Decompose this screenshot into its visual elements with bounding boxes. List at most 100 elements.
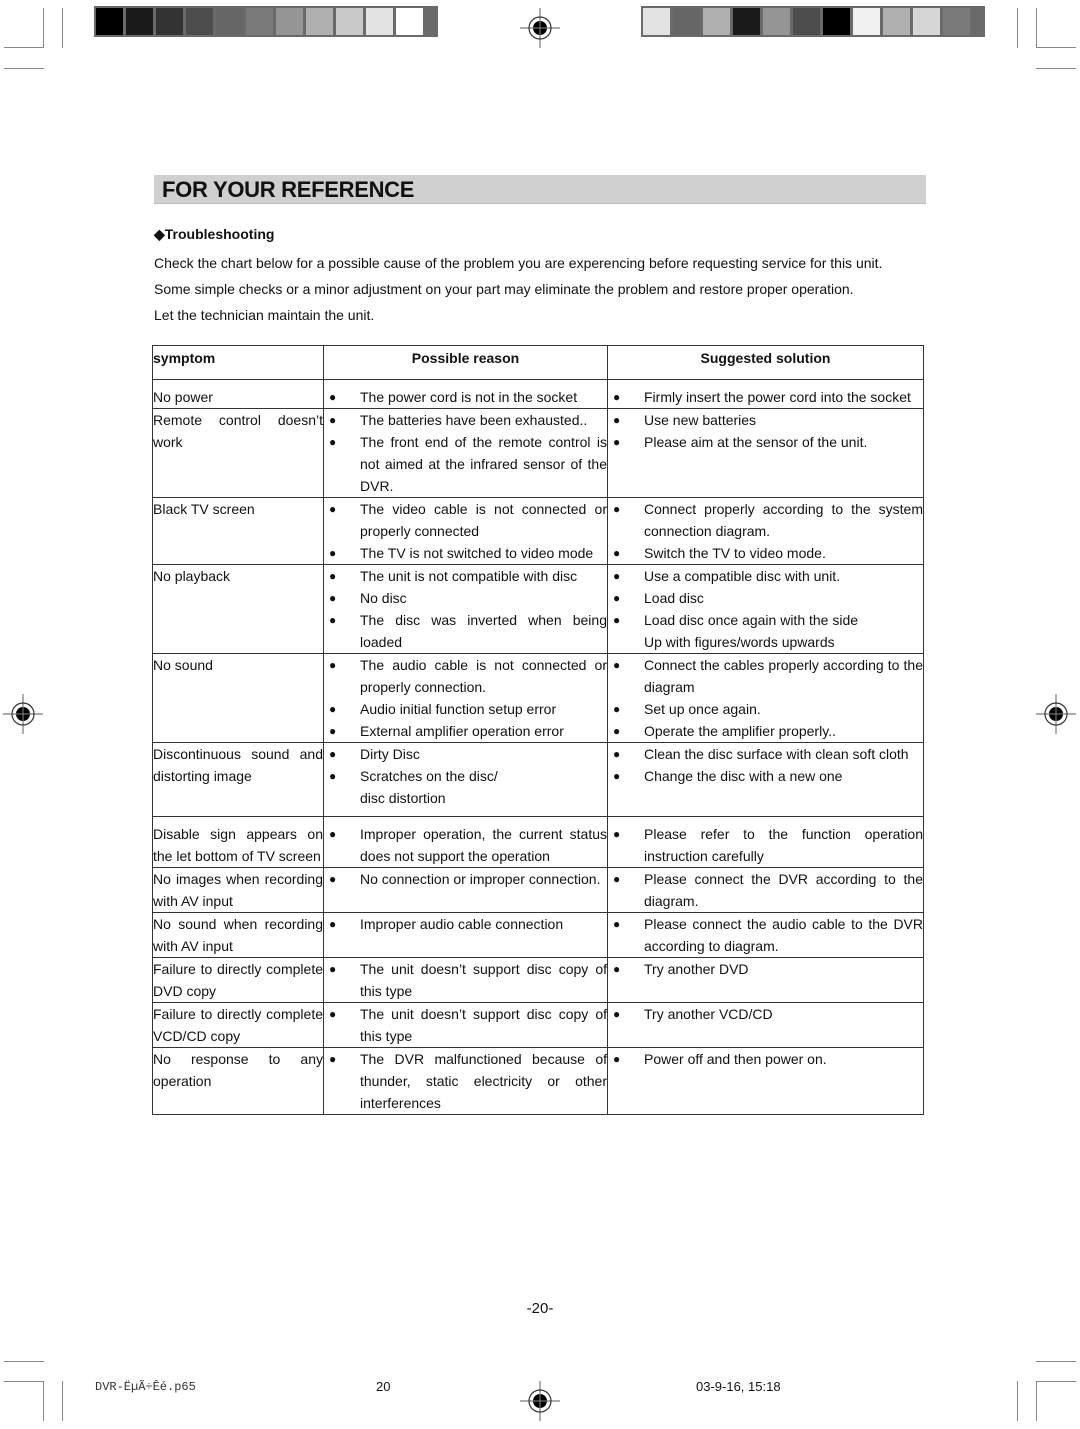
- solution-text: Change the disc with a new one: [644, 768, 843, 784]
- solution-cell: ● Connect the cables properly according t…: [607, 653, 924, 743]
- solution-text: Power off and then power on.: [644, 1051, 827, 1067]
- reason-text: The unit is not compatible with disc: [360, 568, 578, 584]
- reason-item: ● The disc was inverted when being loaded: [324, 609, 607, 653]
- intro-paragraph: Check the chart below for a possible cau…: [154, 250, 934, 328]
- symptom-cell: Failure to directly complete DVD copy: [152, 957, 324, 1003]
- color-swatch: [336, 8, 363, 35]
- footer-filename: DVR-ËµÃ÷Êé.p65: [95, 1380, 196, 1394]
- solution-item: ● Connect the cables properly according t…: [608, 654, 923, 698]
- bullet-icon: ●: [329, 1007, 337, 1021]
- reason-text: Audio initial function setup error: [360, 701, 557, 717]
- color-swatch: [126, 8, 153, 35]
- subheading-label: Troubleshooting: [164, 226, 275, 242]
- color-swatch: [733, 8, 760, 35]
- bullet-icon: ●: [613, 1052, 621, 1066]
- color-swatch: [883, 8, 910, 35]
- bullet-icon: ●: [613, 827, 621, 841]
- color-swatch: [396, 8, 423, 35]
- bullet-icon: ●: [613, 435, 621, 449]
- color-swatch: [186, 8, 213, 35]
- solution-cell: ● Please connect the DVR according to the…: [607, 867, 924, 913]
- crop-mark: [4, 1381, 44, 1382]
- color-swatch: [763, 8, 790, 35]
- crop-mark: [1036, 8, 1037, 48]
- reason-item: ● The power cord is not in the socket: [324, 386, 607, 408]
- reason-text: Scratches on the disc/: [360, 768, 498, 784]
- reason-item: ● The DVR malfunctioned because of thunde…: [324, 1048, 607, 1114]
- reason-cell: ● The batteries have been exhausted.. ● The…: [323, 408, 608, 498]
- reason-cell: ● No connection or improper connection.: [323, 867, 608, 913]
- bullet-icon: ●: [329, 591, 337, 605]
- troubleshooting-table: symptom Possible reason Suggested soluti…: [152, 345, 924, 1115]
- footer-datetime: 03-9-16, 15:18: [696, 1379, 781, 1394]
- reason-text: Dirty Disc: [360, 746, 420, 762]
- reason-cell: ● The audio cable is not connected or pro…: [323, 653, 608, 743]
- reason-cell: ● Dirty Disc ● Scratches on the disc/ ●disc …: [323, 742, 608, 817]
- bullet-icon: ●: [329, 962, 337, 976]
- crop-mark: [4, 68, 44, 69]
- bullet-icon: ●: [613, 658, 621, 672]
- crop-mark: [4, 1361, 44, 1362]
- bullet-icon: ●: [329, 613, 337, 627]
- solution-cell: ● Please connect the audio cable to the D…: [607, 912, 924, 958]
- reason-item: ● Improper operation, the current status …: [324, 823, 607, 867]
- bullet-icon: ●: [613, 917, 621, 931]
- color-swatch: [673, 8, 700, 35]
- color-swatch: [853, 8, 880, 35]
- solution-text: Set up once again.: [644, 701, 761, 717]
- solution-text: Operate the amplifier properly..: [644, 723, 836, 739]
- reason-item: ● The unit is not compatible with disc: [324, 565, 607, 587]
- color-swatch: [306, 8, 333, 35]
- solution-text: Use new batteries: [644, 412, 757, 428]
- reason-item: ● External amplifier operation error: [324, 720, 607, 742]
- table-header-row: symptom Possible reason Suggested soluti…: [152, 345, 924, 380]
- bullet-icon: ●: [329, 747, 337, 761]
- solution-item: ●Up with figures/words upwards: [608, 631, 923, 653]
- reason-item: ● The TV is not switched to video mode: [324, 542, 607, 564]
- solution-item: ● Please refer to the function operation …: [608, 823, 923, 867]
- column-header-symptom: symptom: [152, 345, 324, 380]
- solution-cell: ● Try another VCD/CD: [607, 1002, 924, 1048]
- solution-cell: ● Try another DVD: [607, 957, 924, 1003]
- column-header-possible-reason: Possible reason: [323, 345, 608, 380]
- solution-cell: ● Use a compatible disc with unit. ● Load d…: [607, 564, 924, 654]
- solution-item: ● Switch the TV to video mode.: [608, 542, 923, 564]
- reason-text: No disc: [360, 590, 407, 606]
- solution-cell: ● Please refer to the function operation …: [607, 816, 924, 868]
- reason-cell: ● The unit doesn’t support disc copy of t…: [323, 957, 608, 1003]
- bullet-icon: ●: [613, 591, 621, 605]
- solution-cell: ● Clean the disc surface with clean soft …: [607, 742, 924, 817]
- solution-item: ● Change the disc with a new one: [608, 765, 923, 787]
- symptom-cell: Disable sign appears on the let bottom o…: [152, 816, 324, 868]
- solution-text: Connect the cables properly according to…: [644, 657, 923, 695]
- solution-text: Load disc: [644, 590, 704, 606]
- solution-item: ● Power off and then power on.: [608, 1048, 923, 1070]
- bullet-icon: ●: [329, 917, 337, 931]
- reason-text: The power cord is not in the socket: [360, 389, 578, 405]
- bullet-icon: ●: [329, 546, 337, 560]
- color-swatch: [216, 8, 243, 35]
- reason-text: The unit doesn’t support disc copy of th…: [360, 1006, 607, 1044]
- reason-item: ● Audio initial function setup error: [324, 698, 607, 720]
- reason-text: The unit doesn’t support disc copy of th…: [360, 961, 607, 999]
- registration-mark-icon: [3, 694, 43, 734]
- symptom-text: No images when recording with AV input: [153, 871, 323, 909]
- solution-cell: ● Connect properly according to the syste…: [607, 497, 924, 565]
- table-row: Remote control doesn’t work ● The batterie…: [152, 408, 924, 498]
- solution-text: Up with figures/words upwards: [644, 634, 835, 650]
- table-row: No power ● The power cord is not in the so…: [152, 379, 924, 409]
- reason-item: ● Dirty Disc: [324, 743, 607, 765]
- bullet-icon: ●: [613, 390, 621, 404]
- crop-mark: [4, 47, 44, 48]
- reason-item: ● Improper audio cable connection: [324, 913, 607, 935]
- crop-mark: [1036, 1381, 1037, 1421]
- solution-text: Please connect the DVR according to the …: [644, 871, 923, 909]
- bullet-icon: ●: [329, 827, 337, 841]
- table-row: Discontinuous sound and distorting image…: [152, 742, 924, 817]
- solution-item: ● Firmly insert the power cord into the s…: [608, 386, 923, 408]
- intro-line: Let the technician maintain the unit.: [154, 307, 375, 323]
- symptom-text: No playback: [153, 568, 231, 584]
- reason-cell: ● The DVR malfunctioned because of thunde…: [323, 1047, 608, 1115]
- solution-text: Load disc once again with the side: [644, 612, 859, 628]
- reason-cell: ● Improper operation, the current status …: [323, 816, 608, 868]
